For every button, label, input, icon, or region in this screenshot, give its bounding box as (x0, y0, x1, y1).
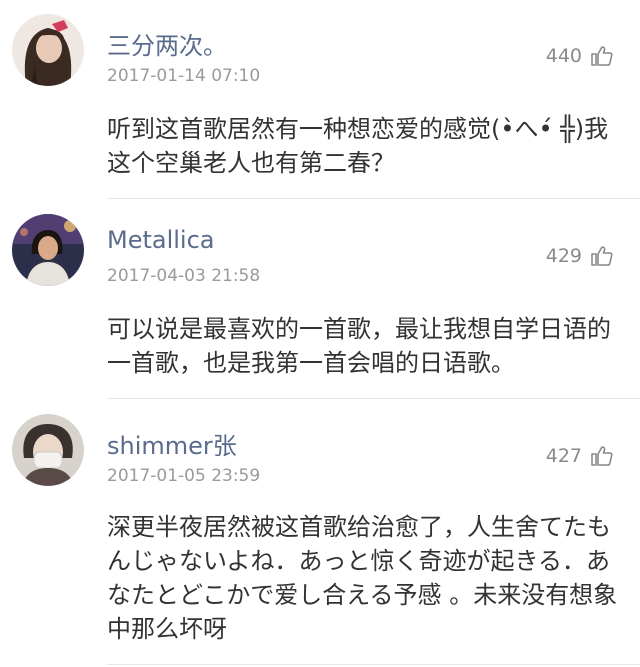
timestamp: 2017-04-03 21:58 (107, 266, 261, 286)
comment-item: Metallica 2017-04-03 21:58 429 可以说是最喜欢的一… (0, 200, 640, 400)
masked-person-avatar-icon (12, 414, 84, 486)
like-count: 429 (545, 245, 582, 267)
thumbs-up-icon[interactable] (590, 244, 614, 268)
avatar[interactable] (12, 14, 84, 86)
divider (107, 398, 640, 399)
thumbs-up-icon[interactable] (590, 444, 614, 468)
username[interactable]: 三分两次。 (107, 26, 227, 61)
username[interactable]: shimmer张 (107, 426, 237, 461)
timestamp: 2017-01-05 23:59 (107, 466, 261, 486)
comment-text: 深更半夜居然被这首歌给治愈了，人生舍てたもんじゃないよね．あっと惊く奇迹が起きる… (107, 513, 618, 643)
avatar[interactable] (12, 214, 84, 286)
comment-text: 可以说是最喜欢的一首歌，最让我想自学日语的一首歌，也是我第一首会唱的日语歌。 (107, 315, 611, 377)
divider (107, 664, 640, 665)
like-button[interactable]: 427 (546, 444, 614, 468)
like-count: 427 (545, 445, 582, 467)
thumbs-up-icon[interactable] (590, 44, 614, 68)
like-button[interactable]: 440 (546, 44, 614, 68)
divider (107, 198, 640, 199)
like-button[interactable]: 429 (546, 244, 614, 268)
like-count: 440 (545, 45, 582, 67)
timestamp: 2017-01-14 07:10 (107, 66, 261, 86)
comment-text: 听到这首歌居然有一种想恋爱的感觉(•̀へ•́ ╬)我这个空巢老人也有第二春？ (107, 115, 609, 177)
girl-avatar-icon (12, 14, 84, 86)
comment-item: 三分两次。 2017-01-14 07:10 440 听到这首歌居然有一种想恋爱… (0, 0, 640, 200)
person-photo-avatar-icon (12, 214, 84, 286)
username[interactable]: Metallica (107, 226, 215, 254)
comment-item: shimmer张 2017-01-05 23:59 427 深更半夜居然被这首歌… (0, 400, 640, 667)
avatar[interactable] (12, 414, 84, 486)
